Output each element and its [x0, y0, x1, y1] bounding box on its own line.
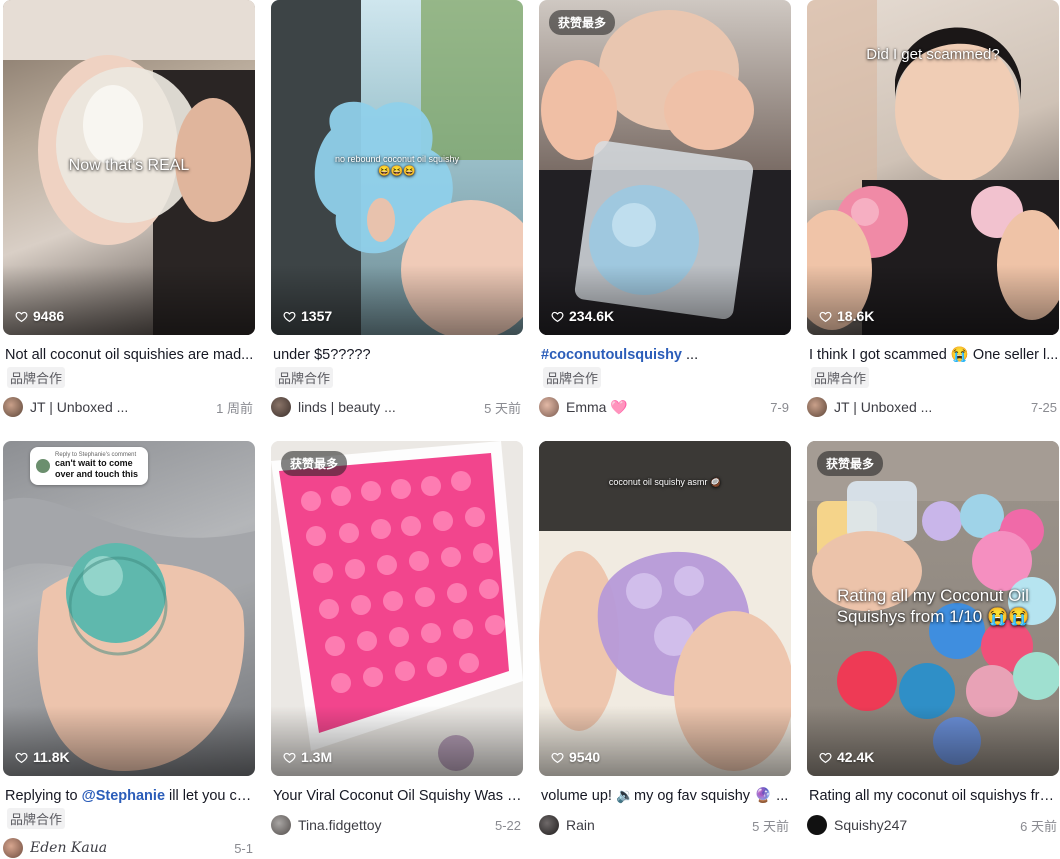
description-text: Replying to — [5, 788, 82, 804]
video-description[interactable]: Replying to @Stephanie ill let you co... — [3, 786, 255, 806]
heart-outline-icon — [15, 752, 28, 763]
reply-comment-sticker: Reply to Stephanie's comment can't wait … — [30, 447, 148, 485]
video-thumbnail[interactable]: 获赞最多 Rating all my Coconut Oil Squishys … — [807, 441, 1059, 776]
video-thumbnail[interactable]: Reply to Stephanie's comment can't wait … — [3, 441, 255, 776]
video-description[interactable]: Not all coconut oil squishies are mad... — [3, 345, 255, 365]
video-card[interactable]: 获赞最多 Rating all my Coconut Oil Squishys … — [807, 441, 1059, 836]
avatar[interactable] — [3, 838, 23, 858]
most-liked-badge: 获赞最多 — [281, 451, 348, 476]
heart-outline-icon — [819, 311, 832, 322]
heart-outline-icon — [15, 311, 28, 322]
video-thumbnail[interactable]: 获赞最多 1.3M — [271, 441, 523, 776]
like-count: 11.8K — [15, 749, 70, 765]
author-name[interactable]: Tina.fidgettoy — [298, 817, 495, 833]
post-date: 1 周前 — [216, 400, 253, 416]
brand-partnership-chip: 品牌合作 — [811, 367, 870, 388]
author-name[interactable]: Emma 🩷 — [566, 399, 770, 416]
video-description[interactable]: volume up! 🔉my og fav squishy 🔮 ... — [539, 786, 791, 806]
brand-partnership-chip: 品牌合作 — [7, 367, 66, 388]
video-card[interactable]: Reply to Stephanie's comment can't wait … — [3, 441, 255, 859]
author-name[interactable]: JT | Unboxed ... — [834, 399, 1031, 415]
post-date: 5 天前 — [484, 400, 521, 416]
brand-partnership-chip: 品牌合作 — [275, 367, 334, 388]
author-label: Emma — [566, 398, 607, 415]
like-count: 1.3M — [283, 749, 332, 765]
avatar[interactable] — [807, 815, 827, 835]
post-date: 7-25 — [1030, 399, 1057, 415]
like-count-value: 18.6K — [837, 308, 875, 324]
like-count: 42.4K — [819, 749, 874, 765]
avatar[interactable] — [271, 397, 291, 417]
avatar[interactable] — [807, 397, 827, 417]
heart-outline-icon — [283, 752, 296, 763]
video-overlay-text: Did I get scammed? — [866, 46, 1000, 63]
like-count-value: 234.6K — [569, 308, 615, 324]
author-emoji: 🩷 — [610, 398, 628, 415]
hashtag-link[interactable]: #coconutoulsquishy — [541, 347, 682, 363]
video-card[interactable]: no rebound coconut oil squishy 😆😆😆 1357 … — [271, 0, 523, 418]
video-thumbnail[interactable]: no rebound coconut oil squishy 😆😆😆 1357 — [271, 0, 523, 335]
description-text: ill let you co... — [165, 788, 255, 804]
video-thumbnail[interactable]: coconut oil squishy asmr 🥥 9540 — [539, 441, 791, 776]
mention-link[interactable]: @Stephanie — [82, 788, 165, 804]
video-card[interactable]: Did I get scammed? 18.6K I think I got s… — [807, 0, 1059, 418]
video-overlay-text: no rebound coconut oil squishy — [334, 154, 460, 164]
post-date: 5-22 — [494, 817, 521, 833]
like-count: 18.6K — [819, 308, 874, 324]
like-count-value: 11.8K — [33, 749, 70, 765]
post-date: 6 天前 — [1020, 818, 1057, 834]
post-date: 5 天前 — [752, 818, 789, 834]
reply-body: can't wait to come over and touch this — [55, 458, 139, 479]
video-description[interactable]: #coconutoulsquishy ... — [539, 345, 791, 365]
video-thumbnail[interactable]: Did I get scammed? 18.6K — [807, 0, 1059, 335]
like-count-value: 9486 — [33, 308, 65, 324]
avatar — [36, 459, 50, 473]
video-description[interactable]: Your Viral Coconut Oil Squishy Was P... — [271, 786, 523, 806]
video-thumbnail[interactable]: 获赞最多 234.6K — [539, 0, 791, 335]
brand-partnership-chip: 品牌合作 — [543, 367, 602, 388]
video-card[interactable]: coconut oil squishy asmr 🥥 9540 volume u… — [539, 441, 791, 836]
like-count: 9486 — [15, 308, 64, 324]
avatar[interactable] — [271, 815, 291, 835]
avatar[interactable] — [539, 397, 559, 417]
heart-outline-icon — [551, 752, 564, 763]
post-date: 7-9 — [770, 399, 789, 415]
video-description[interactable]: I think I got scammed 😭 One seller l... — [807, 345, 1059, 365]
most-liked-badge: 获赞最多 — [817, 451, 884, 476]
like-count-value: 9540 — [569, 749, 601, 765]
like-count: 234.6K — [551, 308, 614, 324]
heart-outline-icon — [283, 311, 296, 322]
like-count-value: 1357 — [301, 308, 333, 324]
video-card[interactable]: 获赞最多 1.3M Your Viral Coconut Oil Squishy… — [271, 441, 523, 836]
like-count-value: 1.3M — [301, 749, 333, 765]
like-count-value: 42.4K — [837, 749, 875, 765]
video-card[interactable]: 获赞最多 234.6K #coconutoulsquishy ... 品牌合作 … — [539, 0, 791, 418]
post-date: 5-1 — [234, 840, 253, 856]
video-overlay-emoji: 😆😆😆 — [378, 166, 416, 177]
author-name[interactable]: Eden Kaua — [30, 840, 234, 856]
video-thumbnail[interactable]: Now that’s REAL 9486 — [3, 0, 255, 335]
video-overlay-text: Rating all my Coconut Oil Squishys from … — [836, 586, 1030, 626]
video-overlay-text: Now that’s REAL — [68, 157, 190, 174]
most-liked-badge: 获赞最多 — [549, 10, 616, 35]
heart-outline-icon — [819, 752, 832, 763]
avatar[interactable] — [3, 397, 23, 417]
author-name[interactable]: Rain — [566, 817, 752, 833]
video-description[interactable]: Rating all my coconut oil squishys fro..… — [807, 786, 1059, 806]
heart-outline-icon — [551, 311, 564, 322]
author-name[interactable]: JT | Unboxed ... — [30, 399, 216, 415]
like-count: 9540 — [551, 749, 600, 765]
like-count: 1357 — [283, 308, 332, 324]
video-card[interactable]: Now that’s REAL 9486 Not all coconut oil… — [3, 0, 255, 418]
author-name[interactable]: linds | beauty ... — [298, 399, 484, 415]
author-name[interactable]: Squishy247 — [834, 817, 1020, 833]
brand-partnership-chip: 品牌合作 — [7, 808, 66, 829]
video-description[interactable]: under $5????? — [271, 345, 523, 365]
video-overlay-text: coconut oil squishy asmr 🥥 — [608, 477, 722, 487]
avatar[interactable] — [539, 815, 559, 835]
description-text: ... — [682, 347, 699, 363]
